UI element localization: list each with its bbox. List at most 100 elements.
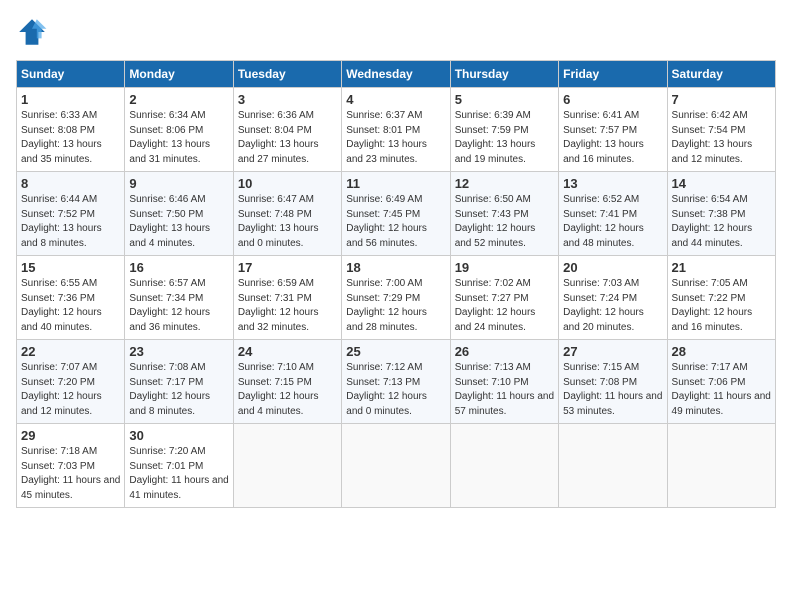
day-header-saturday: Saturday: [667, 61, 775, 88]
day-info: Sunrise: 6:34 AM Sunset: 8:06 PM Dayligh…: [129, 109, 228, 167]
day-info: Sunrise: 6:49 AM Sunset: 7:45 PM Dayligh…: [346, 193, 445, 251]
day-info: Sunrise: 7:02 AM Sunset: 7:27 PM Dayligh…: [455, 277, 554, 335]
calendar-cell: 27 Sunrise: 7:15 AM Sunset: 7:08 PM Dayl…: [559, 340, 667, 424]
day-info: Sunrise: 7:03 AM Sunset: 7:24 PM Dayligh…: [563, 277, 662, 335]
calendar-cell: 1 Sunrise: 6:33 AM Sunset: 8:08 PM Dayli…: [17, 88, 125, 172]
calendar-cell: [233, 424, 341, 508]
calendar-cell: [342, 424, 450, 508]
day-info: Sunrise: 7:15 AM Sunset: 7:08 PM Dayligh…: [563, 361, 662, 419]
day-number: 14: [672, 176, 771, 191]
calendar-row-0: 1 Sunrise: 6:33 AM Sunset: 8:08 PM Dayli…: [17, 88, 776, 172]
day-info: Sunrise: 6:57 AM Sunset: 7:34 PM Dayligh…: [129, 277, 228, 335]
day-info: Sunrise: 7:00 AM Sunset: 7:29 PM Dayligh…: [346, 277, 445, 335]
calendar-cell: 21 Sunrise: 7:05 AM Sunset: 7:22 PM Dayl…: [667, 256, 775, 340]
day-number: 5: [455, 92, 554, 107]
day-number: 25: [346, 344, 445, 359]
day-info: Sunrise: 6:42 AM Sunset: 7:54 PM Dayligh…: [672, 109, 771, 167]
day-number: 6: [563, 92, 662, 107]
calendar-cell: 16 Sunrise: 6:57 AM Sunset: 7:34 PM Dayl…: [125, 256, 233, 340]
day-info: Sunrise: 7:07 AM Sunset: 7:20 PM Dayligh…: [21, 361, 120, 419]
calendar-cell: 6 Sunrise: 6:41 AM Sunset: 7:57 PM Dayli…: [559, 88, 667, 172]
day-number: 2: [129, 92, 228, 107]
calendar-row-3: 22 Sunrise: 7:07 AM Sunset: 7:20 PM Dayl…: [17, 340, 776, 424]
day-info: Sunrise: 6:44 AM Sunset: 7:52 PM Dayligh…: [21, 193, 120, 251]
day-number: 26: [455, 344, 554, 359]
day-info: Sunrise: 7:13 AM Sunset: 7:10 PM Dayligh…: [455, 361, 554, 419]
day-number: 7: [672, 92, 771, 107]
day-info: Sunrise: 6:36 AM Sunset: 8:04 PM Dayligh…: [238, 109, 337, 167]
calendar-cell: 2 Sunrise: 6:34 AM Sunset: 8:06 PM Dayli…: [125, 88, 233, 172]
day-header-thursday: Thursday: [450, 61, 558, 88]
day-number: 8: [21, 176, 120, 191]
calendar-cell: 12 Sunrise: 6:50 AM Sunset: 7:43 PM Dayl…: [450, 172, 558, 256]
calendar-cell: 26 Sunrise: 7:13 AM Sunset: 7:10 PM Dayl…: [450, 340, 558, 424]
day-number: 12: [455, 176, 554, 191]
calendar-cell: 20 Sunrise: 7:03 AM Sunset: 7:24 PM Dayl…: [559, 256, 667, 340]
day-number: 29: [21, 428, 120, 443]
calendar-cell: 11 Sunrise: 6:49 AM Sunset: 7:45 PM Dayl…: [342, 172, 450, 256]
day-info: Sunrise: 6:41 AM Sunset: 7:57 PM Dayligh…: [563, 109, 662, 167]
day-info: Sunrise: 6:37 AM Sunset: 8:01 PM Dayligh…: [346, 109, 445, 167]
calendar-cell: [667, 424, 775, 508]
day-header-monday: Monday: [125, 61, 233, 88]
day-number: 23: [129, 344, 228, 359]
calendar-cell: [559, 424, 667, 508]
calendar-cell: 15 Sunrise: 6:55 AM Sunset: 7:36 PM Dayl…: [17, 256, 125, 340]
day-number: 20: [563, 260, 662, 275]
calendar-cell: 24 Sunrise: 7:10 AM Sunset: 7:15 PM Dayl…: [233, 340, 341, 424]
day-number: 21: [672, 260, 771, 275]
day-header-sunday: Sunday: [17, 61, 125, 88]
day-number: 30: [129, 428, 228, 443]
day-number: 1: [21, 92, 120, 107]
day-number: 11: [346, 176, 445, 191]
day-number: 17: [238, 260, 337, 275]
day-info: Sunrise: 6:46 AM Sunset: 7:50 PM Dayligh…: [129, 193, 228, 251]
calendar-cell: 7 Sunrise: 6:42 AM Sunset: 7:54 PM Dayli…: [667, 88, 775, 172]
day-header-friday: Friday: [559, 61, 667, 88]
day-info: Sunrise: 7:17 AM Sunset: 7:06 PM Dayligh…: [672, 361, 771, 419]
day-info: Sunrise: 6:59 AM Sunset: 7:31 PM Dayligh…: [238, 277, 337, 335]
day-info: Sunrise: 7:20 AM Sunset: 7:01 PM Dayligh…: [129, 445, 228, 503]
day-info: Sunrise: 6:39 AM Sunset: 7:59 PM Dayligh…: [455, 109, 554, 167]
day-info: Sunrise: 6:50 AM Sunset: 7:43 PM Dayligh…: [455, 193, 554, 251]
calendar-cell: 23 Sunrise: 7:08 AM Sunset: 7:17 PM Dayl…: [125, 340, 233, 424]
calendar-cell: 14 Sunrise: 6:54 AM Sunset: 7:38 PM Dayl…: [667, 172, 775, 256]
day-info: Sunrise: 6:47 AM Sunset: 7:48 PM Dayligh…: [238, 193, 337, 251]
calendar-cell: 29 Sunrise: 7:18 AM Sunset: 7:03 PM Dayl…: [17, 424, 125, 508]
calendar-table: SundayMondayTuesdayWednesdayThursdayFrid…: [16, 60, 776, 508]
day-number: 9: [129, 176, 228, 191]
day-info: Sunrise: 7:18 AM Sunset: 7:03 PM Dayligh…: [21, 445, 120, 503]
calendar-cell: 22 Sunrise: 7:07 AM Sunset: 7:20 PM Dayl…: [17, 340, 125, 424]
calendar-row-2: 15 Sunrise: 6:55 AM Sunset: 7:36 PM Dayl…: [17, 256, 776, 340]
calendar-cell: 9 Sunrise: 6:46 AM Sunset: 7:50 PM Dayli…: [125, 172, 233, 256]
calendar-cell: 28 Sunrise: 7:17 AM Sunset: 7:06 PM Dayl…: [667, 340, 775, 424]
calendar-cell: 4 Sunrise: 6:37 AM Sunset: 8:01 PM Dayli…: [342, 88, 450, 172]
day-number: 19: [455, 260, 554, 275]
logo-icon: [16, 16, 48, 48]
day-number: 10: [238, 176, 337, 191]
calendar-cell: 8 Sunrise: 6:44 AM Sunset: 7:52 PM Dayli…: [17, 172, 125, 256]
day-number: 24: [238, 344, 337, 359]
logo: [16, 16, 52, 48]
day-info: Sunrise: 6:54 AM Sunset: 7:38 PM Dayligh…: [672, 193, 771, 251]
calendar-cell: 5 Sunrise: 6:39 AM Sunset: 7:59 PM Dayli…: [450, 88, 558, 172]
day-number: 27: [563, 344, 662, 359]
calendar-cell: 30 Sunrise: 7:20 AM Sunset: 7:01 PM Dayl…: [125, 424, 233, 508]
calendar-cell: 25 Sunrise: 7:12 AM Sunset: 7:13 PM Dayl…: [342, 340, 450, 424]
calendar-cell: 17 Sunrise: 6:59 AM Sunset: 7:31 PM Dayl…: [233, 256, 341, 340]
day-header-tuesday: Tuesday: [233, 61, 341, 88]
day-number: 28: [672, 344, 771, 359]
day-info: Sunrise: 7:12 AM Sunset: 7:13 PM Dayligh…: [346, 361, 445, 419]
day-number: 15: [21, 260, 120, 275]
calendar-row-4: 29 Sunrise: 7:18 AM Sunset: 7:03 PM Dayl…: [17, 424, 776, 508]
day-number: 13: [563, 176, 662, 191]
calendar-header-row: SundayMondayTuesdayWednesdayThursdayFrid…: [17, 61, 776, 88]
calendar-cell: 19 Sunrise: 7:02 AM Sunset: 7:27 PM Dayl…: [450, 256, 558, 340]
day-number: 3: [238, 92, 337, 107]
calendar-row-1: 8 Sunrise: 6:44 AM Sunset: 7:52 PM Dayli…: [17, 172, 776, 256]
day-number: 22: [21, 344, 120, 359]
day-info: Sunrise: 6:52 AM Sunset: 7:41 PM Dayligh…: [563, 193, 662, 251]
day-info: Sunrise: 6:55 AM Sunset: 7:36 PM Dayligh…: [21, 277, 120, 335]
day-number: 16: [129, 260, 228, 275]
day-number: 18: [346, 260, 445, 275]
